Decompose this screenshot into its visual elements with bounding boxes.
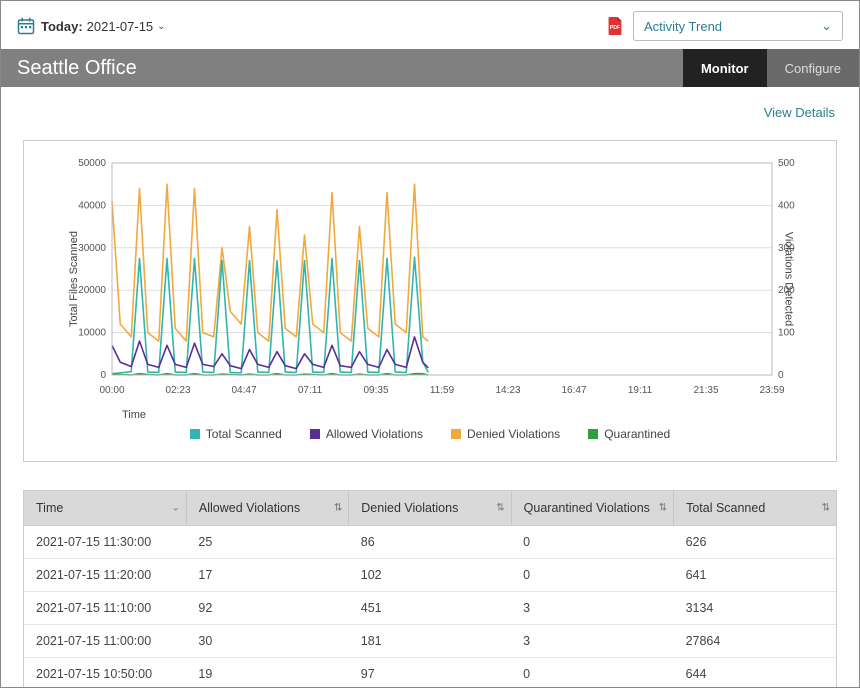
table-cell: 0	[511, 658, 673, 688]
table-cell: 27864	[674, 625, 836, 658]
col-time[interactable]: Time⌄	[24, 491, 186, 526]
svg-text:0: 0	[778, 370, 784, 381]
table-cell: 644	[674, 658, 836, 688]
today-label: Today:	[41, 19, 83, 34]
tab-configure[interactable]: Configure	[767, 49, 859, 87]
swatch-allowed	[310, 429, 320, 439]
svg-text:00:00: 00:00	[99, 385, 124, 396]
svg-text:02:23: 02:23	[165, 385, 190, 396]
table-cell: 2021-07-15 11:10:00	[24, 592, 186, 625]
sort-icon: ⇅	[496, 503, 504, 514]
table-cell: 3	[511, 592, 673, 625]
swatch-quarantined	[588, 429, 598, 439]
table-cell: 2021-07-15 11:00:00	[24, 625, 186, 658]
svg-text:19:11: 19:11	[628, 385, 653, 396]
activity-chart: Total Files Scanned Violations Detected …	[23, 140, 837, 462]
chart-legend: Total Scanned Allowed Violations Denied …	[40, 427, 820, 441]
svg-text:23:59: 23:59	[759, 385, 784, 396]
view-details-link[interactable]: View Details	[764, 105, 835, 120]
svg-text:04:47: 04:47	[231, 385, 256, 396]
legend-total-scanned: Total Scanned	[206, 427, 282, 441]
table-cell: 86	[349, 526, 511, 559]
table-cell: 19	[186, 658, 348, 688]
table-row: 2021-07-15 11:20:00171020641	[24, 559, 836, 592]
table-cell: 2021-07-15 11:30:00	[24, 526, 186, 559]
table-row: 2021-07-15 11:10:009245133134	[24, 592, 836, 625]
table-cell: 3134	[674, 592, 836, 625]
pdf-export-icon[interactable]: PDF	[607, 17, 623, 35]
sort-icon: ⇅	[659, 503, 667, 514]
table-cell: 3	[511, 625, 673, 658]
svg-text:40000: 40000	[78, 200, 106, 211]
sort-desc-icon: ⌄	[172, 503, 180, 514]
x-axis-label: Time	[122, 409, 820, 421]
table-cell: 25	[186, 526, 348, 559]
col-total[interactable]: Total Scanned⇅	[674, 491, 836, 526]
page-title: Seattle Office	[17, 57, 683, 80]
svg-text:11:59: 11:59	[430, 385, 455, 396]
activity-trend-select[interactable]: Activity Trend ⌄	[633, 11, 843, 41]
svg-text:21:35: 21:35	[693, 385, 718, 396]
legend-allowed: Allowed Violations	[326, 427, 423, 441]
table-cell: 0	[511, 559, 673, 592]
tab-monitor[interactable]: Monitor	[683, 49, 767, 87]
y-axis-left-label: Total Files Scanned	[68, 231, 80, 327]
table-cell: 97	[349, 658, 511, 688]
svg-text:400: 400	[778, 200, 795, 211]
col-quarantined[interactable]: Quarantined Violations⇅	[511, 491, 673, 526]
svg-text:0: 0	[100, 370, 106, 381]
today-date: 2021-07-15	[87, 19, 154, 34]
svg-text:10000: 10000	[78, 328, 106, 339]
table-cell: 181	[349, 625, 511, 658]
table-cell: 0	[511, 526, 673, 559]
table-cell: 641	[674, 559, 836, 592]
chevron-down-icon[interactable]: ⌄	[157, 21, 165, 32]
table-cell: 2021-07-15 11:20:00	[24, 559, 186, 592]
table-cell: 2021-07-15 10:50:00	[24, 658, 186, 688]
swatch-denied	[451, 429, 461, 439]
table-cell: 626	[674, 526, 836, 559]
swatch-total-scanned	[190, 429, 200, 439]
sort-icon: ⇅	[334, 503, 342, 514]
legend-quarantined: Quarantined	[604, 427, 670, 441]
table-row: 2021-07-15 11:00:0030181327864	[24, 625, 836, 658]
svg-text:20000: 20000	[78, 285, 106, 296]
svg-text:16:47: 16:47	[561, 385, 586, 396]
col-allowed[interactable]: Allowed Violations⇅	[186, 491, 348, 526]
calendar-icon[interactable]	[17, 17, 35, 35]
violations-table: Time⌄ Allowed Violations⇅ Denied Violati…	[24, 491, 836, 688]
y-axis-right-label: Violations Detected	[783, 232, 795, 327]
table-cell: 102	[349, 559, 511, 592]
svg-text:07:11: 07:11	[298, 385, 323, 396]
table-row: 2021-07-15 11:30:0025860626	[24, 526, 836, 559]
svg-text:PDF: PDF	[610, 25, 620, 31]
svg-text:09:35: 09:35	[363, 385, 388, 396]
legend-denied: Denied Violations	[467, 427, 560, 441]
activity-trend-label: Activity Trend	[644, 19, 722, 34]
svg-text:14:23: 14:23	[495, 385, 520, 396]
svg-text:500: 500	[778, 158, 795, 169]
table-cell: 451	[349, 592, 511, 625]
table-cell: 30	[186, 625, 348, 658]
sort-icon: ⇅	[822, 503, 830, 514]
svg-text:30000: 30000	[78, 243, 106, 254]
col-denied[interactable]: Denied Violations⇅	[349, 491, 511, 526]
chevron-down-icon: ⌄	[821, 18, 832, 34]
svg-text:100: 100	[778, 328, 795, 339]
table-row: 2021-07-15 10:50:0019970644	[24, 658, 836, 688]
svg-text:50000: 50000	[78, 158, 106, 169]
table-cell: 92	[186, 592, 348, 625]
table-cell: 17	[186, 559, 348, 592]
